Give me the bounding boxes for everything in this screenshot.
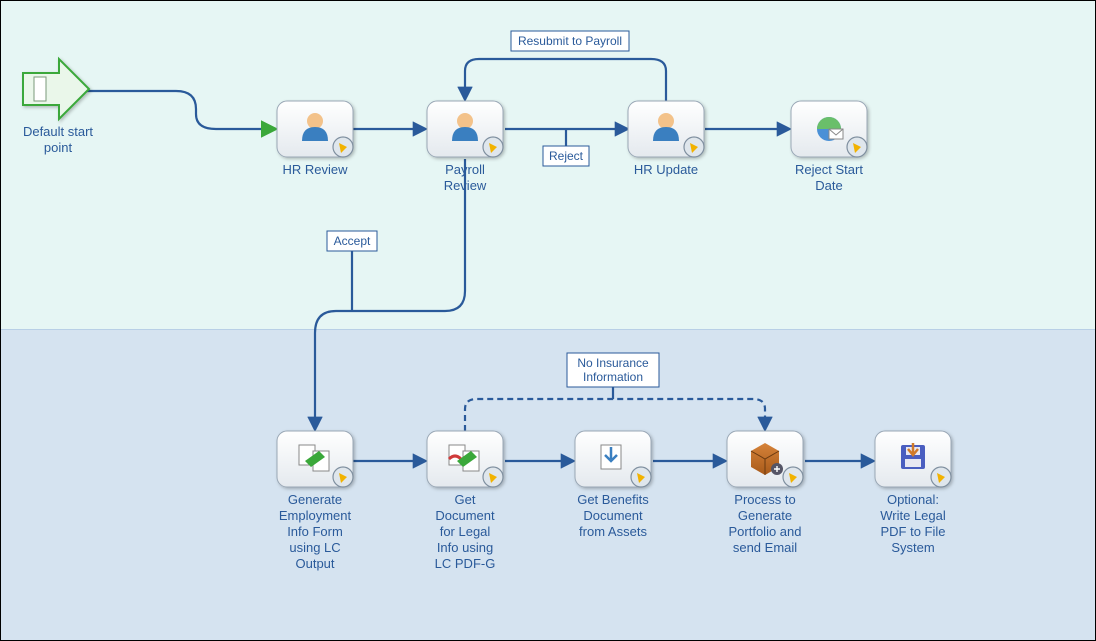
svg-text:for Legal: for Legal (440, 524, 491, 539)
svg-text:Get: Get (455, 492, 476, 507)
node-get-legal-doc[interactable] (427, 431, 503, 487)
edge-payroll-accept-down (315, 159, 465, 429)
node-payroll-review[interactable] (427, 101, 503, 157)
start-node[interactable] (23, 59, 89, 119)
node-hr-update[interactable] (628, 101, 704, 157)
svg-text:Write Legal: Write Legal (880, 508, 946, 523)
svg-text:Generate: Generate (738, 508, 792, 523)
svg-text:Output: Output (295, 556, 334, 571)
svg-text:from Assets: from Assets (579, 524, 647, 539)
node-process-portfolio-label: Process to Generate Portfolio and send E… (729, 492, 802, 555)
label-reject: Reject (543, 146, 589, 166)
svg-text:Employment: Employment (279, 508, 352, 523)
svg-text:Information: Information (583, 370, 643, 384)
edge-start-to-hrreview (86, 91, 275, 129)
svg-text:using LC: using LC (289, 540, 340, 555)
node-process-portfolio[interactable] (727, 431, 803, 487)
svg-text:Default start: Default start (23, 124, 93, 139)
node-get-benefits-label: Get Benefits Document from Assets (577, 492, 649, 539)
svg-text:No Insurance: No Insurance (577, 356, 649, 370)
svg-text:Accept: Accept (334, 234, 371, 248)
node-get-benefits[interactable] (575, 431, 651, 487)
edge-resubmit-loop (465, 59, 666, 101)
node-hr-review[interactable] (277, 101, 353, 157)
svg-text:Document: Document (435, 508, 495, 523)
workflow-svg: Default start point HR Review Pay (1, 1, 1096, 641)
node-write-pdf-label: Optional: Write Legal PDF to File System (880, 492, 946, 555)
svg-text:Payroll: Payroll (445, 162, 485, 177)
svg-text:HR Update: HR Update (634, 162, 698, 177)
svg-text:Info using: Info using (437, 540, 493, 555)
label-no-insurance: No Insurance Information (567, 353, 659, 387)
disk-save-icon (901, 443, 925, 469)
download-doc-icon (601, 445, 621, 469)
svg-text:Portfolio and: Portfolio and (729, 524, 802, 539)
node-hr-review-label: HR Review (282, 162, 348, 177)
node-payroll-review-label: Payroll Review (444, 162, 487, 193)
svg-text:Generate: Generate (288, 492, 342, 507)
node-hr-update-label: HR Update (634, 162, 698, 177)
svg-text:Review: Review (444, 178, 487, 193)
svg-text:Document: Document (583, 508, 643, 523)
svg-text:Optional:: Optional: (887, 492, 939, 507)
svg-text:point: point (44, 140, 73, 155)
edge-no-insurance (465, 399, 765, 431)
svg-text:send Email: send Email (733, 540, 797, 555)
svg-text:LC PDF-G: LC PDF-G (435, 556, 496, 571)
svg-text:System: System (891, 540, 934, 555)
node-reject-start-date[interactable] (791, 101, 867, 157)
svg-text:Resubmit to Payroll: Resubmit to Payroll (518, 34, 622, 48)
svg-text:Info Form: Info Form (287, 524, 343, 539)
node-generate-form[interactable] (277, 431, 353, 487)
node-reject-start-date-label: Reject Start Date (795, 162, 863, 193)
svg-text:HR Review: HR Review (282, 162, 348, 177)
svg-text:Date: Date (815, 178, 842, 193)
svg-text:Process to: Process to (734, 492, 795, 507)
label-accept: Accept (327, 231, 377, 251)
svg-text:Reject: Reject (549, 149, 584, 163)
svg-text:Reject Start: Reject Start (795, 162, 863, 177)
node-write-pdf[interactable] (875, 431, 951, 487)
label-resubmit: Resubmit to Payroll (511, 31, 629, 51)
workflow-canvas: Default start point HR Review Pay (0, 0, 1096, 641)
svg-text:PDF to File: PDF to File (880, 524, 945, 539)
svg-text:Get Benefits: Get Benefits (577, 492, 649, 507)
start-label: Default start point (23, 124, 93, 155)
node-get-legal-doc-label: Get Document for Legal Info using LC PDF… (435, 492, 496, 571)
node-generate-form-label: Generate Employment Info Form using LC O… (279, 492, 352, 571)
